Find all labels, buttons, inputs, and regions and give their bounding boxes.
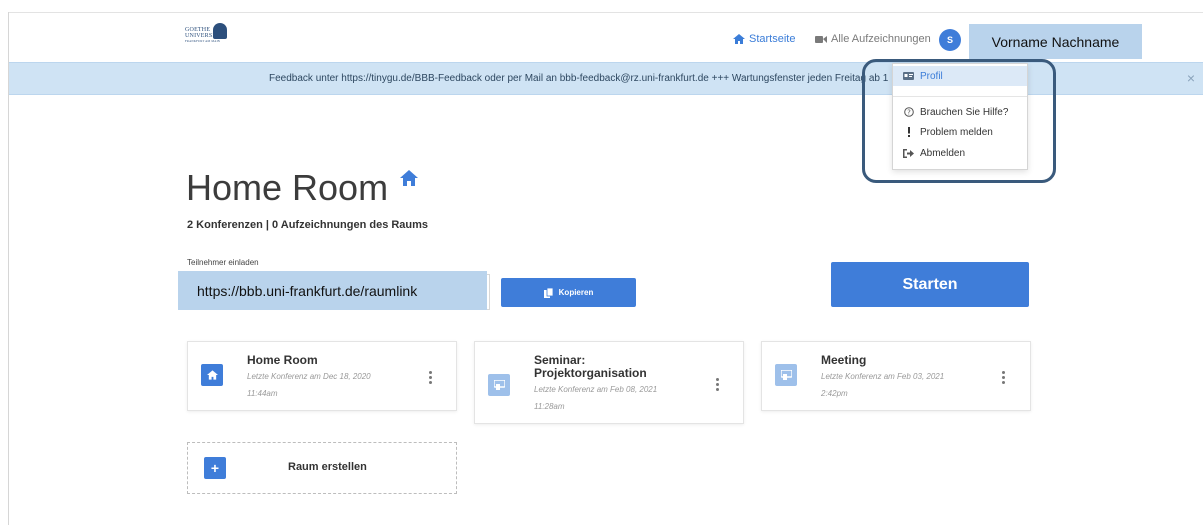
banner-text: Feedback unter https://tinygu.de/BBB-Fee… [269, 73, 889, 84]
room-icon [775, 364, 797, 386]
top-navbar: GOETHE UNIVERSITÄT FRANKFURT AM MAIN Sta… [9, 12, 1203, 62]
video-camera-icon [815, 35, 827, 43]
create-room-button[interactable]: + Raum erstellen [187, 442, 457, 494]
room-last-conference: Letzte Konferenz am Feb 03, 2021 2:42pm [821, 372, 945, 398]
room-name: Home Room [247, 353, 318, 367]
user-name-label[interactable]: Vorname Nachname [969, 24, 1142, 59]
room-card-seminar[interactable]: Seminar: Projektorganisation Letzte Konf… [474, 341, 744, 424]
home-icon [733, 34, 745, 44]
copy-button[interactable]: Kopieren [501, 278, 636, 307]
university-logo[interactable]: GOETHE UNIVERSITÄT FRANKFURT AM MAIN [185, 23, 239, 47]
page-title: Home Room [186, 167, 389, 208]
copy-icon [543, 287, 553, 298]
room-last-conference: Letzte Konferenz am Dec 18, 2020 11:44am [247, 372, 371, 398]
more-options-icon[interactable] [716, 378, 720, 393]
callout-highlight [862, 59, 1056, 183]
nav-recordings-label: Alle Aufzeichnungen [831, 33, 931, 45]
room-icon [488, 374, 510, 396]
room-card-home[interactable]: Home Room Letzte Konferenz am Dec 18, 20… [187, 341, 457, 411]
logo-seal-icon [213, 23, 227, 39]
start-button[interactable]: Starten [831, 262, 1029, 307]
room-stats: 2 Konferenzen | 0 Aufzeichnungen des Rau… [187, 219, 429, 231]
invite-link-text[interactable]: https://bbb.uni-frankfurt.de/raumlink [178, 271, 487, 310]
more-options-icon[interactable] [429, 371, 433, 386]
nav-home-label: Startseite [749, 33, 796, 45]
home-icon [201, 364, 223, 386]
invite-label: Teilnehmer einladen [187, 258, 259, 267]
more-options-icon[interactable] [1002, 371, 1006, 386]
room-last-conference: Letzte Konferenz am Feb 08, 2021 11:28am [534, 385, 658, 411]
user-avatar[interactable]: S [939, 29, 961, 51]
room-name: Meeting [821, 353, 867, 367]
room-card-meeting[interactable]: Meeting Letzte Konferenz am Feb 03, 2021… [761, 341, 1031, 411]
nav-home-link[interactable]: Startseite [733, 33, 795, 45]
home-icon [400, 170, 418, 186]
nav-recordings-link[interactable]: Alle Aufzeichnungen [815, 33, 931, 45]
create-room-label: Raum erstellen [288, 461, 367, 473]
plus-icon: + [204, 457, 226, 479]
close-icon[interactable]: × [1187, 70, 1195, 86]
room-name: Seminar: Projektorganisation [534, 353, 647, 380]
